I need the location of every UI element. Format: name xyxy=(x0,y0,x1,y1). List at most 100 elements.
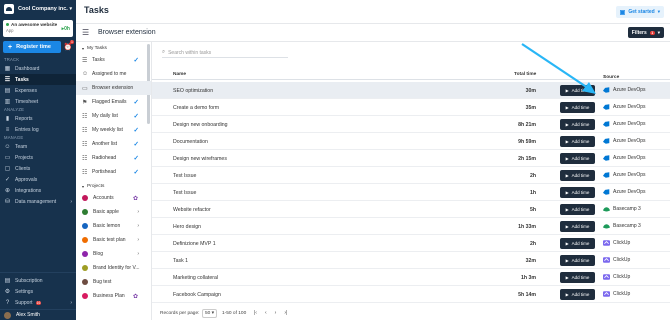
project-item-bug-test[interactable]: Bug test xyxy=(76,275,151,289)
list-item-my-weekly-list[interactable]: ☷ My weekly list ✓ xyxy=(76,123,151,137)
sidebar-item-approvals[interactable]: ✓ Approvals xyxy=(0,174,76,185)
add-time-button[interactable]: ▶ Add time xyxy=(560,272,595,283)
table-row[interactable]: Marketing collateral 1h 3m ▶ Add time ClickU… xyxy=(152,269,670,286)
list-item-portishead[interactable]: ☷ Portishead ✓ xyxy=(76,165,151,179)
list-item-my-daily-list[interactable]: ☷ My daily list ✓ xyxy=(76,109,151,123)
register-time-button[interactable]: + Register time xyxy=(3,41,61,53)
sidebar-item-expenses[interactable]: ▤ Expenses xyxy=(0,85,76,96)
list-item-another-list[interactable]: ☷ Another list ✓ xyxy=(76,137,151,151)
prev-page-icon[interactable]: ‹ xyxy=(265,310,267,316)
table-row[interactable]: Test Issue 1h ▶ Add time Azure DevOps xyxy=(152,184,670,201)
column-header-name[interactable]: Name xyxy=(173,72,186,77)
project-item-label: Basic test plan xyxy=(93,237,126,243)
add-time-button[interactable]: ▶ Add time xyxy=(560,204,595,215)
sidebar-item-settings[interactable]: ⚙ Settings xyxy=(0,286,76,297)
project-item-basic-lemon[interactable]: Basic lemon › xyxy=(76,219,151,233)
my-tasks-header[interactable]: ▾ My Tasks xyxy=(76,44,151,53)
sidebar-item-projects[interactable]: ▭ Projects xyxy=(0,152,76,163)
sidebar-item-entries-log[interactable]: ≡ Entries log xyxy=(0,124,76,135)
next-page-icon[interactable]: › xyxy=(275,310,277,316)
list-item-radiohead[interactable]: ☷ Radiohead ✓ xyxy=(76,151,151,165)
source-label: Azure DevOps xyxy=(613,87,646,93)
first-page-icon[interactable]: |‹ xyxy=(254,310,257,316)
filters-button[interactable]: Filters 1 ▾ xyxy=(627,27,664,38)
sidebar-item-reports[interactable]: ▮ Reports xyxy=(0,113,76,124)
records-per-page-select[interactable]: 50 ▾ xyxy=(202,309,218,318)
table-row[interactable]: Test Issue 2h ▶ Add time Azure DevOps xyxy=(152,167,670,184)
play-icon: ▶ xyxy=(565,275,569,280)
add-time-button[interactable]: ▶ Add time xyxy=(560,170,595,181)
table-row[interactable]: Task 1 32m ▶ Add time ClickUp xyxy=(152,252,670,269)
table-row[interactable]: Documentation 9h 59m ▶ Add time Azure DevOps xyxy=(152,133,670,150)
add-time-button[interactable]: ▶ Add time xyxy=(560,153,595,164)
table-row[interactable]: SEO optimization 30m ▶ Add time Azure DevOps xyxy=(152,82,670,99)
table-row[interactable]: Hero design 1h 33m ▶ Add time Basecamp 3 xyxy=(152,218,670,235)
tasks-icon: ☰ xyxy=(4,77,11,83)
project-item-brand-identity-for-v[interactable]: Brand Identity for V... xyxy=(76,261,151,275)
task-name: Facebook Campaign xyxy=(173,292,221,298)
last-page-icon[interactable]: ›| xyxy=(284,310,287,316)
sidebar-item-support[interactable]: ? Support 16 › xyxy=(0,297,76,308)
add-time-label: Add time xyxy=(571,105,590,110)
column-header-total-time[interactable]: Total time xyxy=(514,72,536,77)
add-time-button[interactable]: ▶ Add time xyxy=(560,119,595,130)
project-item-blog[interactable]: Blog › xyxy=(76,247,151,261)
project-selector[interactable]: An awesome website App ▸0h xyxy=(3,20,73,37)
sidebar-item-timesheet[interactable]: ▥ Timesheet xyxy=(0,96,76,107)
sidebar-item-label: Support xyxy=(15,299,33,306)
projects-header[interactable]: ▾ Projects xyxy=(76,182,151,191)
sidebar-item-subscription[interactable]: ▤ Subscription xyxy=(0,275,76,286)
project-item-business-plan[interactable]: Business Plan ✿ xyxy=(76,289,151,303)
source-label: ClickUp xyxy=(613,274,631,280)
add-time-button[interactable]: ▶ Add time xyxy=(560,289,595,300)
sidebar-item-tasks[interactable]: ☰ Tasks xyxy=(0,74,76,85)
table-row[interactable]: Design new onboarding 8h 21m ▶ Add time Azur… xyxy=(152,116,670,133)
sidebar-item-data-management[interactable]: ⛁ Data management › xyxy=(0,196,76,207)
add-time-button[interactable]: ▶ Add time xyxy=(560,85,595,96)
task-source: ClickUp xyxy=(603,291,630,297)
sidebar-item-team[interactable]: ☺ Team xyxy=(0,141,76,152)
caret-down-icon: ▾ xyxy=(82,46,85,51)
sidebar-item-dashboard[interactable]: ▦ Dashboard xyxy=(0,63,76,74)
basecamp-icon xyxy=(603,206,610,212)
source-label: Azure DevOps xyxy=(613,121,646,127)
list-item-label: Flagged Emails xyxy=(92,99,127,105)
add-time-button[interactable]: ▶ Add time xyxy=(560,221,595,232)
plus-icon: + xyxy=(8,43,13,51)
project-item-basic-apple[interactable]: Basic apple › xyxy=(76,205,151,219)
table-row[interactable]: Facebook Campaign 5h 14m ▶ Add time ClickUp xyxy=(152,286,670,303)
table-row[interactable]: Design new wireframes 2h 15m ▶ Add time Azur… xyxy=(152,150,670,167)
add-time-button[interactable]: ▶ Add time xyxy=(560,238,595,249)
project-item-accounts[interactable]: Accounts ✿ xyxy=(76,191,151,205)
search-input[interactable]: ⌕ Search within tasks xyxy=(162,48,288,58)
list-item-browser-extension[interactable]: ▭ Browser extension xyxy=(76,81,151,95)
sidebar-item-clients[interactable]: ▢ Clients xyxy=(0,163,76,174)
list-item-flagged-emails[interactable]: ⚑ Flagged Emails ✓ xyxy=(76,95,151,109)
list-item-tasks[interactable]: ☰ Tasks ✓ xyxy=(76,53,151,67)
project-timer[interactable]: ▸0h xyxy=(62,26,70,32)
add-time-button[interactable]: ▶ Add time xyxy=(560,187,595,198)
add-time-label: Add time xyxy=(571,88,590,93)
add-time-button[interactable]: ▶ Add time xyxy=(560,136,595,147)
add-time-button[interactable]: ▶ Add time xyxy=(560,255,595,266)
play-icon: ▶ xyxy=(565,207,569,212)
company-switcher[interactable]: Cool Company inc. ▾ xyxy=(0,0,76,18)
task-total-time: 2h xyxy=(529,173,536,179)
sidebar-item-integrations[interactable]: ⊕ Integrations xyxy=(0,185,76,196)
table-row[interactable]: Create a demo form 35m ▶ Add time Azure DevO… xyxy=(152,99,670,116)
list-item-assigned-to-me[interactable]: ☺ Assigned to me xyxy=(76,67,151,81)
get-started-button[interactable]: ▣ Get started ▾ xyxy=(615,6,664,18)
task-name: Hero design xyxy=(173,224,201,230)
add-time-button[interactable]: ▶ Add time xyxy=(560,102,595,113)
task-source: Azure DevOps xyxy=(603,138,646,144)
menu-icon[interactable]: ☰ xyxy=(82,28,89,37)
project-item-basic-test-plan[interactable]: Basic test plan › xyxy=(76,233,151,247)
table-row[interactable]: Website refactor 5h ▶ Add time Basecamp 3 xyxy=(152,201,670,218)
notifications-bell-icon[interactable]: ⏰ 1 xyxy=(63,40,74,53)
approvals-icon: ✓ xyxy=(4,177,11,183)
user-menu[interactable]: Alex Smith xyxy=(0,309,76,320)
list-item-label: My daily list xyxy=(92,113,118,119)
table-row[interactable]: Definizione MVP 1 2h ▶ Add time ClickUp xyxy=(152,235,670,252)
sidebar-item-label: Clients xyxy=(15,165,31,172)
add-time-label: Add time xyxy=(571,173,590,178)
